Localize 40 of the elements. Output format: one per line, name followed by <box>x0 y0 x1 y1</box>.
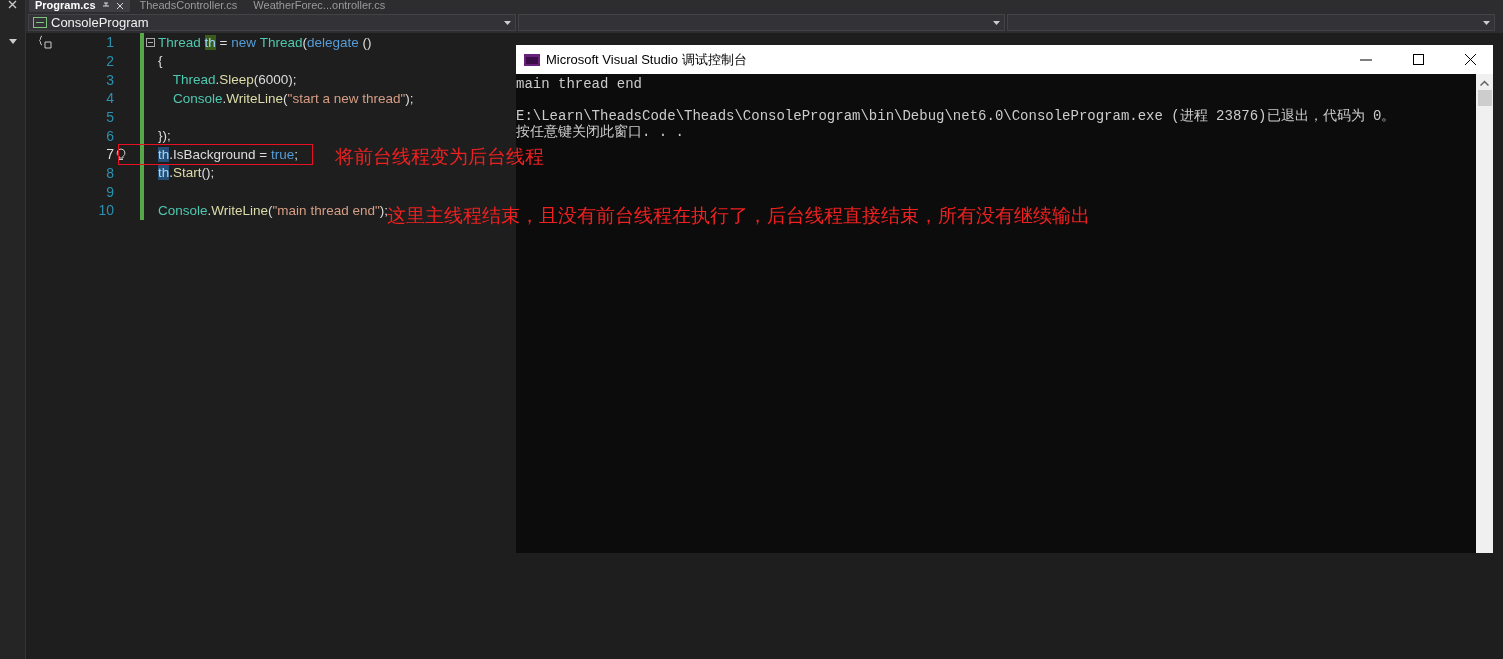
scroll-up-icon[interactable] <box>1480 80 1489 86</box>
line-number: 10 <box>97 202 114 219</box>
minimize-icon[interactable] <box>1360 58 1372 61</box>
annotation-text: 将前台线程变为后台线程 <box>335 145 544 169</box>
close-icon[interactable] <box>1464 54 1476 65</box>
console-output-line: 按任意键关闭此窗口. . . <box>516 124 685 140</box>
line-number: 9 <box>105 183 114 200</box>
line-number: 2 <box>105 53 114 69</box>
scope-icon <box>39 35 53 49</box>
caret-icon[interactable] <box>1483 20 1490 25</box>
line-number: 4 <box>105 90 114 107</box>
caret-icon[interactable] <box>993 20 1001 25</box>
project-dropdown[interactable]: ConsoleProgram <box>28 14 516 31</box>
console-output-line: E:\Learn\TheadsCode\Theads\ConsoleProgram\bin\Debug\net6.0\ConsoleProgram.exe (进程 23876)已退出，代码为 0。 <box>516 108 1397 124</box>
console-output-line: main thread end <box>516 76 644 92</box>
scrollbar[interactable] <box>1476 74 1493 553</box>
line-number: 6 <box>105 127 114 144</box>
code-line: }); <box>157 127 171 145</box>
lightbulb-icon[interactable] <box>116 147 126 161</box>
pin-icon[interactable] <box>101 1 110 10</box>
code-line: Console.WriteLine("start a new thread"); <box>172 89 414 108</box>
maximize-icon[interactable] <box>1412 54 1424 65</box>
annotation-text: 这里主线程结束，且没有前台线程在执行了，后台线程直接结束，所有没有继续输出 <box>387 204 1090 228</box>
console-app-icon <box>524 53 540 66</box>
line-number: 5 <box>105 108 114 125</box>
line-number: 1 <box>105 34 114 51</box>
window-title: Microsoft Visual Studio 调试控制台 <box>546 50 748 69</box>
code-line: th.IsBackground = true; <box>157 145 298 164</box>
caret-icon[interactable] <box>503 20 511 25</box>
code-line: Console.WriteLine("main thread end"); <box>157 201 388 218</box>
line-number: 8 <box>105 164 114 181</box>
scroll-thumb[interactable] <box>1477 90 1492 106</box>
code-line: Thread.Sleep(6000); <box>171 71 297 89</box>
code-line: Thread th = new Thread(delegate () <box>144 33 372 52</box>
code-line: { <box>157 52 163 71</box>
dropdown-caret-icon[interactable] <box>8 39 17 44</box>
line-number: 7 <box>105 146 114 163</box>
line-number: 3 <box>105 71 114 88</box>
code-line: th.Start(); <box>157 164 215 183</box>
file-tab[interactable]: Program.cs <box>29 0 130 12</box>
